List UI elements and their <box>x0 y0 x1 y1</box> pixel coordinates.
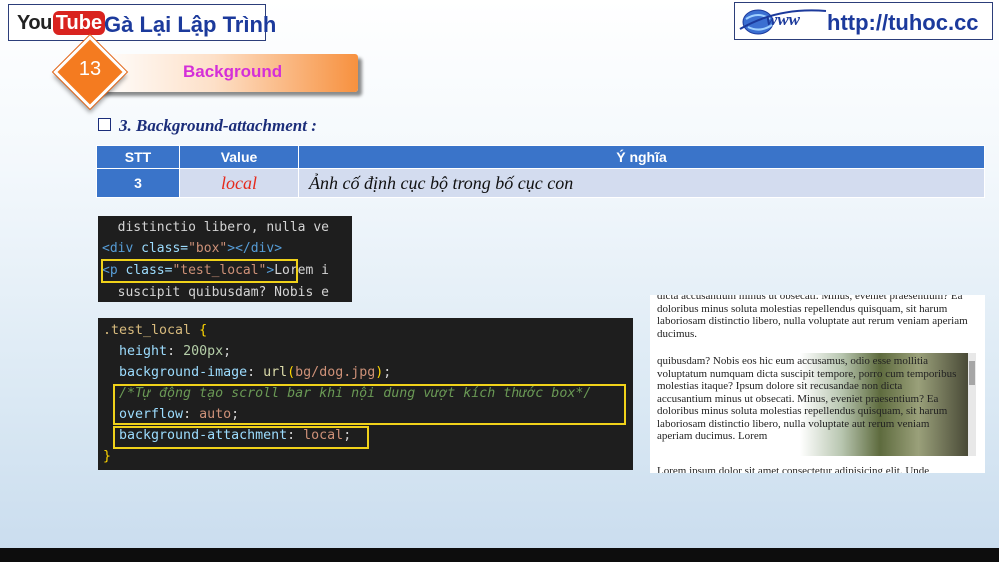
table-cell-stt: 3 <box>96 168 180 198</box>
section-title: 3. Background-attachment : <box>119 116 317 135</box>
value-table: STT Value Ý nghĩa 3 local Ảnh cố định cụ… <box>96 145 985 198</box>
html-code-snippet: distinctio libero, nulla ve <div class="… <box>98 216 352 302</box>
browser-preview: dicta accusantium minus ut obsecati. Min… <box>650 295 985 473</box>
youtube-logo-you: You <box>17 11 52 34</box>
code-text: distinctio libero, nulla ve <box>102 220 329 235</box>
checkbox-icon <box>98 118 111 131</box>
preview-scroll-box[interactable]: quibusdam? Nobis eos hic eum accusamus, … <box>656 353 976 456</box>
www-globe-icon: www <box>739 9 827 35</box>
code-value: bg/dog.jpg <box>295 365 376 380</box>
code-text: suscipit quibusdam? Nobis e <box>102 285 329 300</box>
highlight-box <box>101 259 298 283</box>
table-header-row: STT Value Ý nghĩa <box>96 145 985 169</box>
code-value: 200px <box>183 344 224 359</box>
code-attr: class= <box>141 241 189 256</box>
code-line: background-image: url(bg/dog.jpg); <box>119 365 392 380</box>
table-cell-meaning: Ảnh cố định cục bộ trong bố cục con <box>298 168 985 198</box>
code-function: url <box>263 365 288 380</box>
section-heading: 3. Background-attachment : <box>98 116 317 136</box>
preview-paragraph: dicta accusantium minus ut obsecati. Min… <box>657 295 968 340</box>
lesson-number: 13 <box>78 58 102 80</box>
highlight-box <box>113 384 626 425</box>
table-header-meaning: Ý nghĩa <box>298 145 985 169</box>
code-line: distinctio libero, nulla ve <box>102 220 329 235</box>
css-code-snippet: .test_local { height: 200px; background-… <box>98 318 633 470</box>
youtube-logo-tube: Tube <box>52 11 106 35</box>
youtube-logo: You Tube <box>17 11 106 35</box>
code-string: "box" <box>188 241 228 256</box>
table-header-value: Value <box>179 145 299 169</box>
preview-box-text: quibusdam? Nobis eos hic eum accusamus, … <box>657 355 957 442</box>
code-line: height: 200px; <box>119 344 232 359</box>
preview-paragraph: Lorem ipsum dolor sit amet consectetur a… <box>657 465 930 473</box>
code-property: height <box>119 344 168 359</box>
code-line: .test_local { <box>103 323 207 338</box>
preview-scrollbar[interactable] <box>968 353 976 456</box>
code-brace: { <box>191 323 208 338</box>
code-tag: ></div> <box>227 241 283 256</box>
table-header-stt: STT <box>96 145 180 169</box>
lesson-banner: Background <box>96 54 358 92</box>
code-brace: } <box>103 449 112 464</box>
scrollbar-thumb[interactable] <box>969 361 975 385</box>
code-line: suscipit quibusdam? Nobis e <box>102 285 329 300</box>
svg-text:www: www <box>766 10 801 29</box>
code-selector: .test_local <box>103 323 192 338</box>
table-cell-value: local <box>179 168 299 198</box>
code-tag: <div <box>102 241 142 256</box>
bottom-bar <box>0 548 999 562</box>
lesson-title: Background <box>183 62 283 81</box>
site-url[interactable]: http://tuhoc.cc <box>827 10 979 36</box>
site-box: www http://tuhoc.cc <box>734 2 993 40</box>
code-line: } <box>103 449 111 464</box>
code-property: background-image <box>119 365 248 380</box>
table-row: 3 local Ảnh cố định cục bộ trong bố cục … <box>96 168 985 198</box>
channel-box: You Tube Gà Lại Lập Trình <box>8 4 276 41</box>
channel-name: Gà Lại Lập Trình <box>104 12 277 37</box>
highlight-box <box>113 426 369 449</box>
code-line: <div class="box"></div> <box>102 241 282 256</box>
